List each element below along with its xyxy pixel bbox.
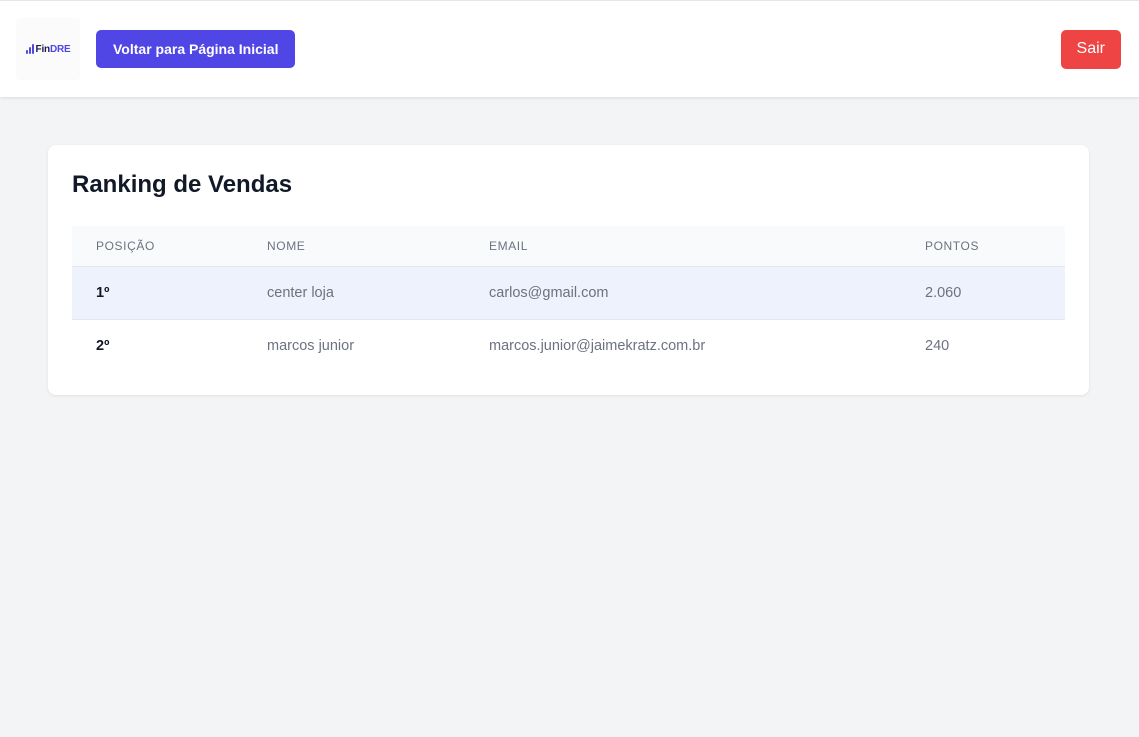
column-header-name: NOME xyxy=(243,226,465,267)
bar-chart-icon xyxy=(25,43,34,54)
logo-text-suffix: DRE xyxy=(49,43,71,55)
logo-text: FinDRE xyxy=(35,43,71,55)
table-row: 1º center loja carlos@gmail.com 2.060 xyxy=(72,266,1065,319)
app-logo[interactable]: FinDRE xyxy=(16,18,80,80)
top-navbar: FinDRE Voltar para Página Inicial Sair xyxy=(0,0,1139,97)
row-name: center loja xyxy=(243,266,465,319)
logout-button[interactable]: Sair xyxy=(1060,29,1121,69)
ranking-card: Ranking de Vendas POSIÇÃO NOME EMAIL PON… xyxy=(48,145,1089,395)
row-points: 2.060 xyxy=(901,266,1065,319)
table-row: 2º marcos junior marcos.junior@jaimekrat… xyxy=(72,319,1065,372)
ranking-table: POSIÇÃO NOME EMAIL PONTOS 1º center loja… xyxy=(72,226,1065,372)
row-email: marcos.junior@jaimekratz.com.br xyxy=(489,337,706,354)
column-header-position: POSIÇÃO xyxy=(72,226,243,267)
logo-text-prefix: Fin xyxy=(35,43,51,55)
row-name: marcos junior xyxy=(267,337,355,354)
column-header-email: EMAIL xyxy=(465,226,901,267)
row-email: carlos@gmail.com xyxy=(465,266,901,319)
back-to-home-button[interactable]: Voltar para Página Inicial xyxy=(96,30,296,68)
row-points: 240 xyxy=(925,337,950,354)
column-header-points: PONTOS xyxy=(901,226,1065,267)
row-position: 2º xyxy=(96,337,110,354)
page-title: Ranking de Vendas xyxy=(72,171,293,198)
row-position: 1º xyxy=(72,266,243,319)
table-header: POSIÇÃO NOME EMAIL PONTOS xyxy=(72,226,1065,267)
